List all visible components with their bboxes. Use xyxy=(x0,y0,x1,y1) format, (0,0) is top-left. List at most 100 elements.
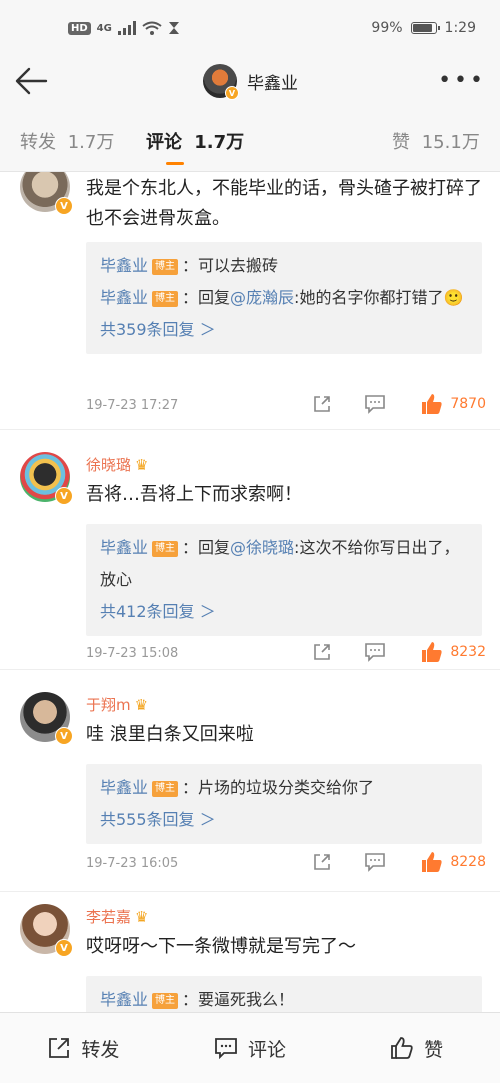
network-type: 4G xyxy=(96,22,112,34)
reply-author[interactable]: 毕鑫业 xyxy=(100,256,148,275)
reply-author[interactable]: 毕鑫业 xyxy=(100,288,148,307)
bottom-action-bar: 转发 评论 赞 xyxy=(0,1012,500,1083)
thumbs-up-icon xyxy=(422,394,442,414)
reply-prefix: ： xyxy=(182,990,199,1009)
comment-avatar[interactable]: V xyxy=(20,452,73,505)
more-replies-link[interactable]: 共555条回复 ＞ xyxy=(100,804,468,836)
like-bottom-button[interactable]: 赞 xyxy=(333,1013,500,1083)
nav-bar: V 毕鑫业 ••• xyxy=(0,56,500,108)
comment-button[interactable]: 评论 xyxy=(167,1013,334,1083)
verified-badge-icon: V xyxy=(55,487,73,505)
comment-icon[interactable] xyxy=(364,642,386,662)
author-name: 徐晓璐 xyxy=(86,456,132,474)
thumbs-up-outline-icon xyxy=(391,1037,413,1059)
crown-icon: ♛ xyxy=(134,695,149,714)
repost-icon xyxy=(49,1038,70,1058)
share-icon[interactable] xyxy=(312,394,332,414)
verified-badge-icon: V xyxy=(55,727,73,745)
reply-author[interactable]: 毕鑫业 xyxy=(100,990,148,1009)
like-button[interactable]: 8232 xyxy=(420,640,486,664)
battery-percent: 99% xyxy=(371,20,403,36)
reply-text: :她的名字你都打错了🙂 xyxy=(294,288,464,307)
crown-icon: ♛ xyxy=(135,455,149,474)
tab-repost-count: 1.7万 xyxy=(67,132,115,153)
reply-mention[interactable]: @庞瀚辰 xyxy=(230,288,294,307)
reply-prefix: ： xyxy=(182,778,199,797)
author-badge: 博主 xyxy=(152,541,179,557)
signal-icon xyxy=(117,21,136,35)
more-options-icon[interactable]: ••• xyxy=(438,68,486,93)
wifi-icon xyxy=(142,21,162,35)
comment-feed[interactable]: V 我是个东北人，不能毕业的话，骨头碴子被打碎了也不会进骨灰盒。 毕鑫业 博主 ：可… xyxy=(0,172,500,1012)
comment-avatar[interactable]: V xyxy=(20,904,73,957)
comment-author[interactable]: 于翔m ♛ xyxy=(86,694,148,715)
like-button[interactable]: 7870 xyxy=(420,392,486,416)
like-button[interactable]: 8228 xyxy=(420,850,486,874)
nav-title: 毕鑫业 xyxy=(247,73,298,94)
comment-icon[interactable] xyxy=(364,394,386,414)
comment-author[interactable]: 李若嘉 ♛ xyxy=(86,906,148,927)
comment-avatar[interactable]: V xyxy=(20,172,73,215)
reply-author[interactable]: 毕鑫业 xyxy=(100,538,148,557)
tab-like[interactable]: 赞 15.1万 xyxy=(392,128,480,154)
battery-icon xyxy=(410,22,440,34)
comment-meta: 19-7-23 16:05 8228 xyxy=(86,848,486,878)
verified-badge-icon: V xyxy=(55,197,73,215)
like-count: 8228 xyxy=(450,854,486,870)
comment-item: V 于翔m ♛ 哇 浪里白条又回来啦 毕鑫业 博主 ：片场的垃圾分类交给你了 共55… xyxy=(0,670,500,892)
reply-text: 片场的垃圾分类交给你了 xyxy=(198,778,375,797)
comment-label: 评论 xyxy=(248,1038,287,1061)
comment-text: 哇 浪里白条又回来啦 xyxy=(86,724,254,745)
repost-label: 转发 xyxy=(81,1038,120,1061)
comment-author[interactable]: 徐晓璐 ♛ xyxy=(86,454,148,475)
verified-badge-icon: V xyxy=(225,86,239,100)
author-badge: 博主 xyxy=(152,291,179,307)
status-right: 99% 1:29 xyxy=(371,20,476,36)
reply-box[interactable]: 毕鑫业 博主 ：回复@徐晓璐:这次不给你写日出了，放心 共412条回复 ＞ xyxy=(86,524,482,636)
reply-line: 毕鑫业 博主 ：可以去搬砖 xyxy=(100,250,468,282)
tab-repost[interactable]: 转发 1.7万 xyxy=(20,128,114,154)
reply-box[interactable]: 毕鑫业 博主 ：可以去搬砖 毕鑫业 博主 ：回复@庞瀚辰:她的名字你都打错了🙂 共359… xyxy=(86,242,482,354)
comment-item: V 徐晓璐 ♛ 吾将…吾将上下而求索啊！ 毕鑫业 博主 ：回复@徐晓璐:这次不给你写… xyxy=(0,430,500,670)
comment-meta: 19-7-23 15:08 8232 xyxy=(86,638,486,668)
comment-item: V 我是个东北人，不能毕业的话，骨头碴子被打碎了也不会进骨灰盒。 毕鑫业 博主 ：可… xyxy=(0,172,500,430)
comment-icon[interactable] xyxy=(364,852,386,872)
reply-line: 毕鑫业 博主 ：回复@徐晓璐:这次不给你写日出了，放心 xyxy=(100,532,468,596)
reply-author[interactable]: 毕鑫业 xyxy=(100,778,148,797)
status-bar: HD 4G 99% 1:29 xyxy=(0,0,500,56)
comment-item: V 李若嘉 ♛ 哎呀呀～下一条微博就是写完了～ 毕鑫业 博主 ：要逼死我么！ xyxy=(0,892,500,1012)
tab-comment[interactable]: 评论 1.7万 xyxy=(146,128,244,154)
repost-button[interactable]: 转发 xyxy=(0,1013,167,1083)
reply-box[interactable]: 毕鑫业 博主 ：要逼死我么！ xyxy=(86,976,482,1012)
thumbs-up-icon xyxy=(422,852,442,872)
nav-avatar[interactable]: V xyxy=(203,64,239,100)
author-name: 李若嘉 xyxy=(86,908,132,926)
reply-line: 毕鑫业 博主 ：回复@庞瀚辰:她的名字你都打错了🙂 xyxy=(100,282,468,314)
thumbs-up-icon xyxy=(422,642,442,662)
comment-avatar[interactable]: V xyxy=(20,692,73,745)
reply-box[interactable]: 毕鑫业 博主 ：片场的垃圾分类交给你了 共555条回复 ＞ xyxy=(86,764,482,844)
more-replies-link[interactable]: 共359条回复 ＞ xyxy=(100,314,468,346)
tab-like-label: 赞 xyxy=(392,132,410,153)
comment-text: 我是个东北人，不能毕业的话，骨头碴子被打碎了也不会进骨灰盒。 xyxy=(86,178,482,229)
tab-comment-count: 1.7万 xyxy=(194,132,245,153)
reply-prefix: ：回复 xyxy=(182,538,231,557)
nav-profile[interactable]: V 毕鑫业 xyxy=(203,64,298,100)
comment-bubble-icon xyxy=(215,1038,237,1059)
hd-indicator: HD xyxy=(68,21,91,35)
author-badge: 博主 xyxy=(152,781,179,797)
more-replies-link[interactable]: 共412条回复 ＞ xyxy=(100,596,468,628)
verified-badge-icon: V xyxy=(55,939,73,957)
comment-time: 19-7-23 17:27 xyxy=(86,397,179,413)
author-badge: 博主 xyxy=(152,259,179,275)
status-left: HD 4G xyxy=(68,21,180,35)
comment-text: 哎呀呀～下一条微博就是写完了～ xyxy=(86,936,356,957)
share-icon[interactable] xyxy=(312,852,332,872)
reply-line: 毕鑫业 博主 ：要逼死我么！ xyxy=(100,984,468,1012)
author-name: 于翔m xyxy=(86,696,131,714)
share-icon[interactable] xyxy=(312,642,332,662)
reply-mention[interactable]: @徐晓璐 xyxy=(230,538,294,557)
back-arrow-icon[interactable] xyxy=(14,66,48,96)
crown-icon: ♛ xyxy=(135,907,149,926)
comment-meta: 19-7-23 17:27 7870 xyxy=(86,390,486,420)
